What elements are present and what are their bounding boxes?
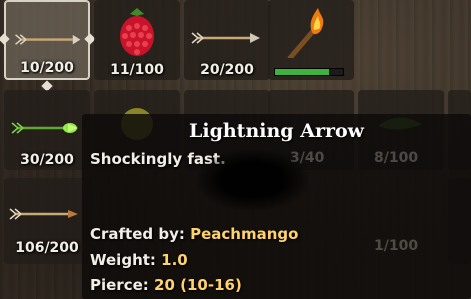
tooltip-pierce: Pierce: 20 (10-16) bbox=[90, 276, 242, 294]
lightning-arrow-icon bbox=[11, 122, 78, 134]
slot-count: 11/100 bbox=[110, 62, 164, 78]
flint-arrow-icon bbox=[191, 32, 260, 44]
inventory-slot-bronze-arrow[interactable]: 106/200 bbox=[4, 178, 90, 264]
inventory-slot-wood-arrow[interactable]: 10/200 bbox=[4, 0, 90, 80]
durability-bar bbox=[274, 68, 344, 76]
slot-count: 1/100 bbox=[374, 238, 419, 254]
inventory-slot-lightning-arrow[interactable]: 30/200 bbox=[4, 90, 90, 170]
durability-bar-fill bbox=[275, 69, 330, 75]
tooltip-crafted-by: Crafted by: Peachmango bbox=[90, 225, 298, 243]
slot-count: 106/200 bbox=[15, 240, 79, 256]
pierce-label: Pierce: bbox=[90, 276, 149, 294]
shadow-blob bbox=[198, 150, 308, 210]
weight-value: 1.0 bbox=[161, 251, 188, 269]
slot-count: 20/200 bbox=[200, 62, 254, 78]
tooltip-title: Lightning Arrow bbox=[189, 120, 364, 142]
torch-icon bbox=[287, 8, 324, 58]
crafted-by-value: Peachmango bbox=[190, 225, 299, 243]
inventory-slot-flint-arrow[interactable]: 20/200 bbox=[184, 0, 270, 80]
crafted-by-label: Crafted by: bbox=[90, 225, 185, 243]
inventory-slot-raspberry[interactable]: 11/100 bbox=[94, 0, 180, 80]
wood-arrow-icon bbox=[15, 34, 81, 45]
inventory-slot-torch[interactable] bbox=[268, 0, 354, 80]
slot-count: 30/200 bbox=[20, 152, 74, 168]
pierce-value: 20 (10-16) bbox=[154, 276, 242, 294]
slot-count: 10/200 bbox=[20, 60, 74, 76]
weight-label: Weight: bbox=[90, 251, 156, 269]
slot-count: 8/100 bbox=[374, 150, 419, 166]
raspberry-icon bbox=[120, 8, 154, 56]
bronze-arrow-icon bbox=[9, 208, 78, 220]
tooltip-weight: Weight: 1.0 bbox=[90, 251, 188, 269]
